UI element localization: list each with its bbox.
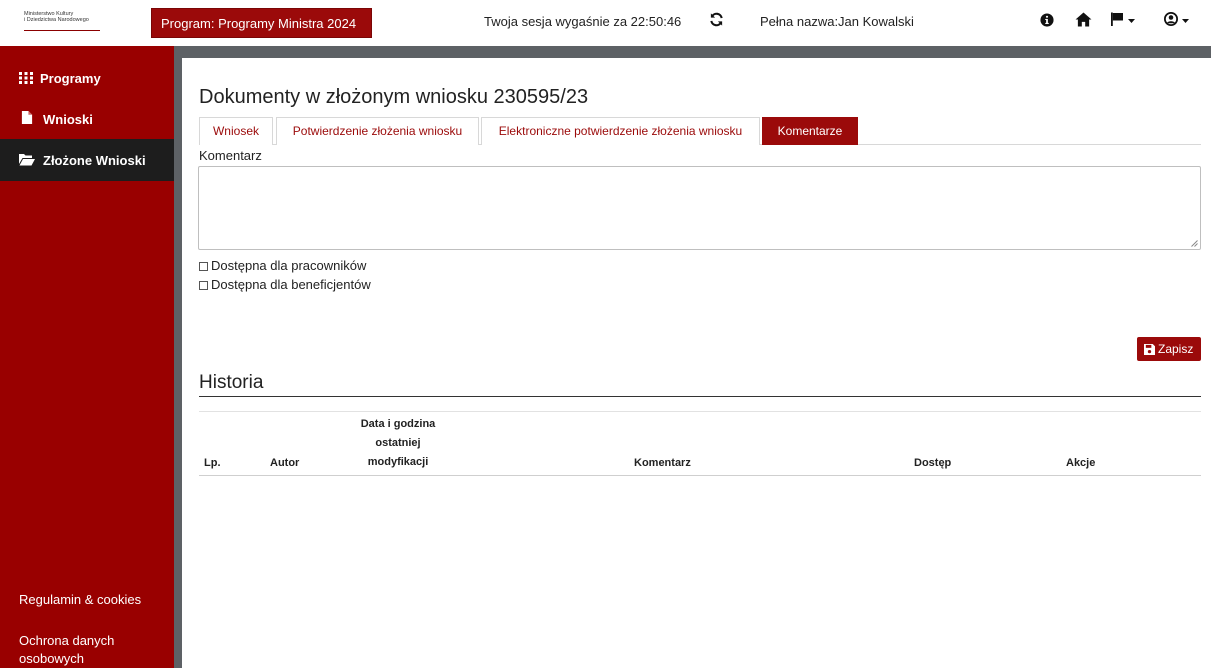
sidebar-item-zlozone-wnioski[interactable]: Złożone Wnioski [0, 139, 174, 181]
header-separator [174, 46, 1211, 58]
history-divider [199, 396, 1201, 397]
employees-checkbox-row[interactable]: Dostępna dla pracowników [199, 258, 366, 273]
home-icon[interactable] [1075, 12, 1092, 27]
page-title: Dokumenty w złożonym wniosku 230595/23 [199, 86, 589, 108]
column-header-comment[interactable]: Komentarz [634, 457, 691, 469]
tab-potwierdzenie[interactable]: Potwierdzenie złożenia wniosku [276, 117, 479, 145]
ministry-logo[interactable]: Ministerstwo Kultury i Dziedzictwa Narod… [24, 11, 134, 35]
floppy-disk-icon [1144, 344, 1155, 355]
sidebar-item-label: Złożone Wnioski [43, 153, 146, 168]
beneficiaries-checkbox-label: Dostępna dla beneficjentów [211, 277, 371, 292]
comment-textarea[interactable] [198, 166, 1201, 250]
folder-open-icon [19, 154, 35, 166]
tab-wniosek[interactable]: Wniosek [199, 117, 273, 145]
table-header-border [199, 475, 1201, 476]
beneficiaries-checkbox-row[interactable]: Dostępna dla beneficjentów [199, 277, 371, 292]
sidebar-item-label: Wnioski [43, 112, 93, 127]
chevron-down-icon[interactable] [1182, 19, 1189, 23]
resize-handle-icon[interactable] [1191, 240, 1198, 247]
comment-label: Komentarz [199, 148, 262, 163]
sidebar-item-wnioski[interactable]: Wnioski [0, 97, 174, 139]
session-timer: Twoja sesja wygaśnie za 22:50:46 [484, 14, 682, 29]
employees-checkbox-label: Dostępna dla pracowników [211, 258, 367, 273]
privacy-link[interactable]: Ochrona danych osobowych [19, 632, 159, 668]
table-top-border [199, 411, 1201, 412]
flag-icon[interactable] [1110, 12, 1124, 26]
column-header-date[interactable]: Data i godzina ostatniej modyfikacji [358, 415, 438, 472]
sidebar: Programy Wnioski Złożone Wnioski Regulam… [0, 46, 174, 668]
tab-komentarze[interactable]: Komentarze [762, 117, 858, 145]
refresh-icon[interactable] [709, 12, 724, 27]
employees-checkbox[interactable] [199, 262, 208, 271]
save-button[interactable]: Zapisz [1137, 337, 1201, 361]
sidebar-item-programy[interactable]: Programy [0, 56, 174, 98]
column-header-author[interactable]: Autor [270, 457, 299, 469]
top-bar: Ministerstwo Kultury i Dziedzictwa Narod… [0, 0, 1211, 46]
sidebar-separator [174, 46, 182, 668]
terms-cookies-link[interactable]: Regulamin & cookies [19, 591, 141, 609]
file-icon [21, 111, 33, 124]
info-icon[interactable] [1040, 13, 1054, 27]
beneficiaries-checkbox[interactable] [199, 281, 208, 290]
chevron-down-icon[interactable] [1128, 19, 1135, 23]
program-selector-button[interactable]: Program: Programy Ministra 2024 [151, 8, 372, 38]
user-full-name: Pełna nazwa:Jan Kowalski [760, 14, 914, 29]
tab-elektroniczne-potwierdzenie[interactable]: Elektroniczne potwierdzenie złożenia wni… [481, 117, 760, 145]
column-header-actions[interactable]: Akcje [1066, 457, 1095, 469]
logo-underline [24, 30, 100, 31]
user-circle-icon[interactable] [1164, 12, 1178, 26]
logo-line-2: i Dziedzictwa Narodowego [24, 17, 89, 23]
column-header-access[interactable]: Dostęp [914, 457, 951, 469]
column-header-lp[interactable]: Lp. [204, 457, 221, 469]
sidebar-item-label: Programy [40, 71, 101, 86]
save-button-label: Zapisz [1158, 342, 1194, 356]
grid-icon [19, 72, 33, 84]
document-tabs: Wniosek Potwierdzenie złożenia wniosku E… [199, 117, 1201, 145]
history-title: Historia [199, 372, 264, 393]
